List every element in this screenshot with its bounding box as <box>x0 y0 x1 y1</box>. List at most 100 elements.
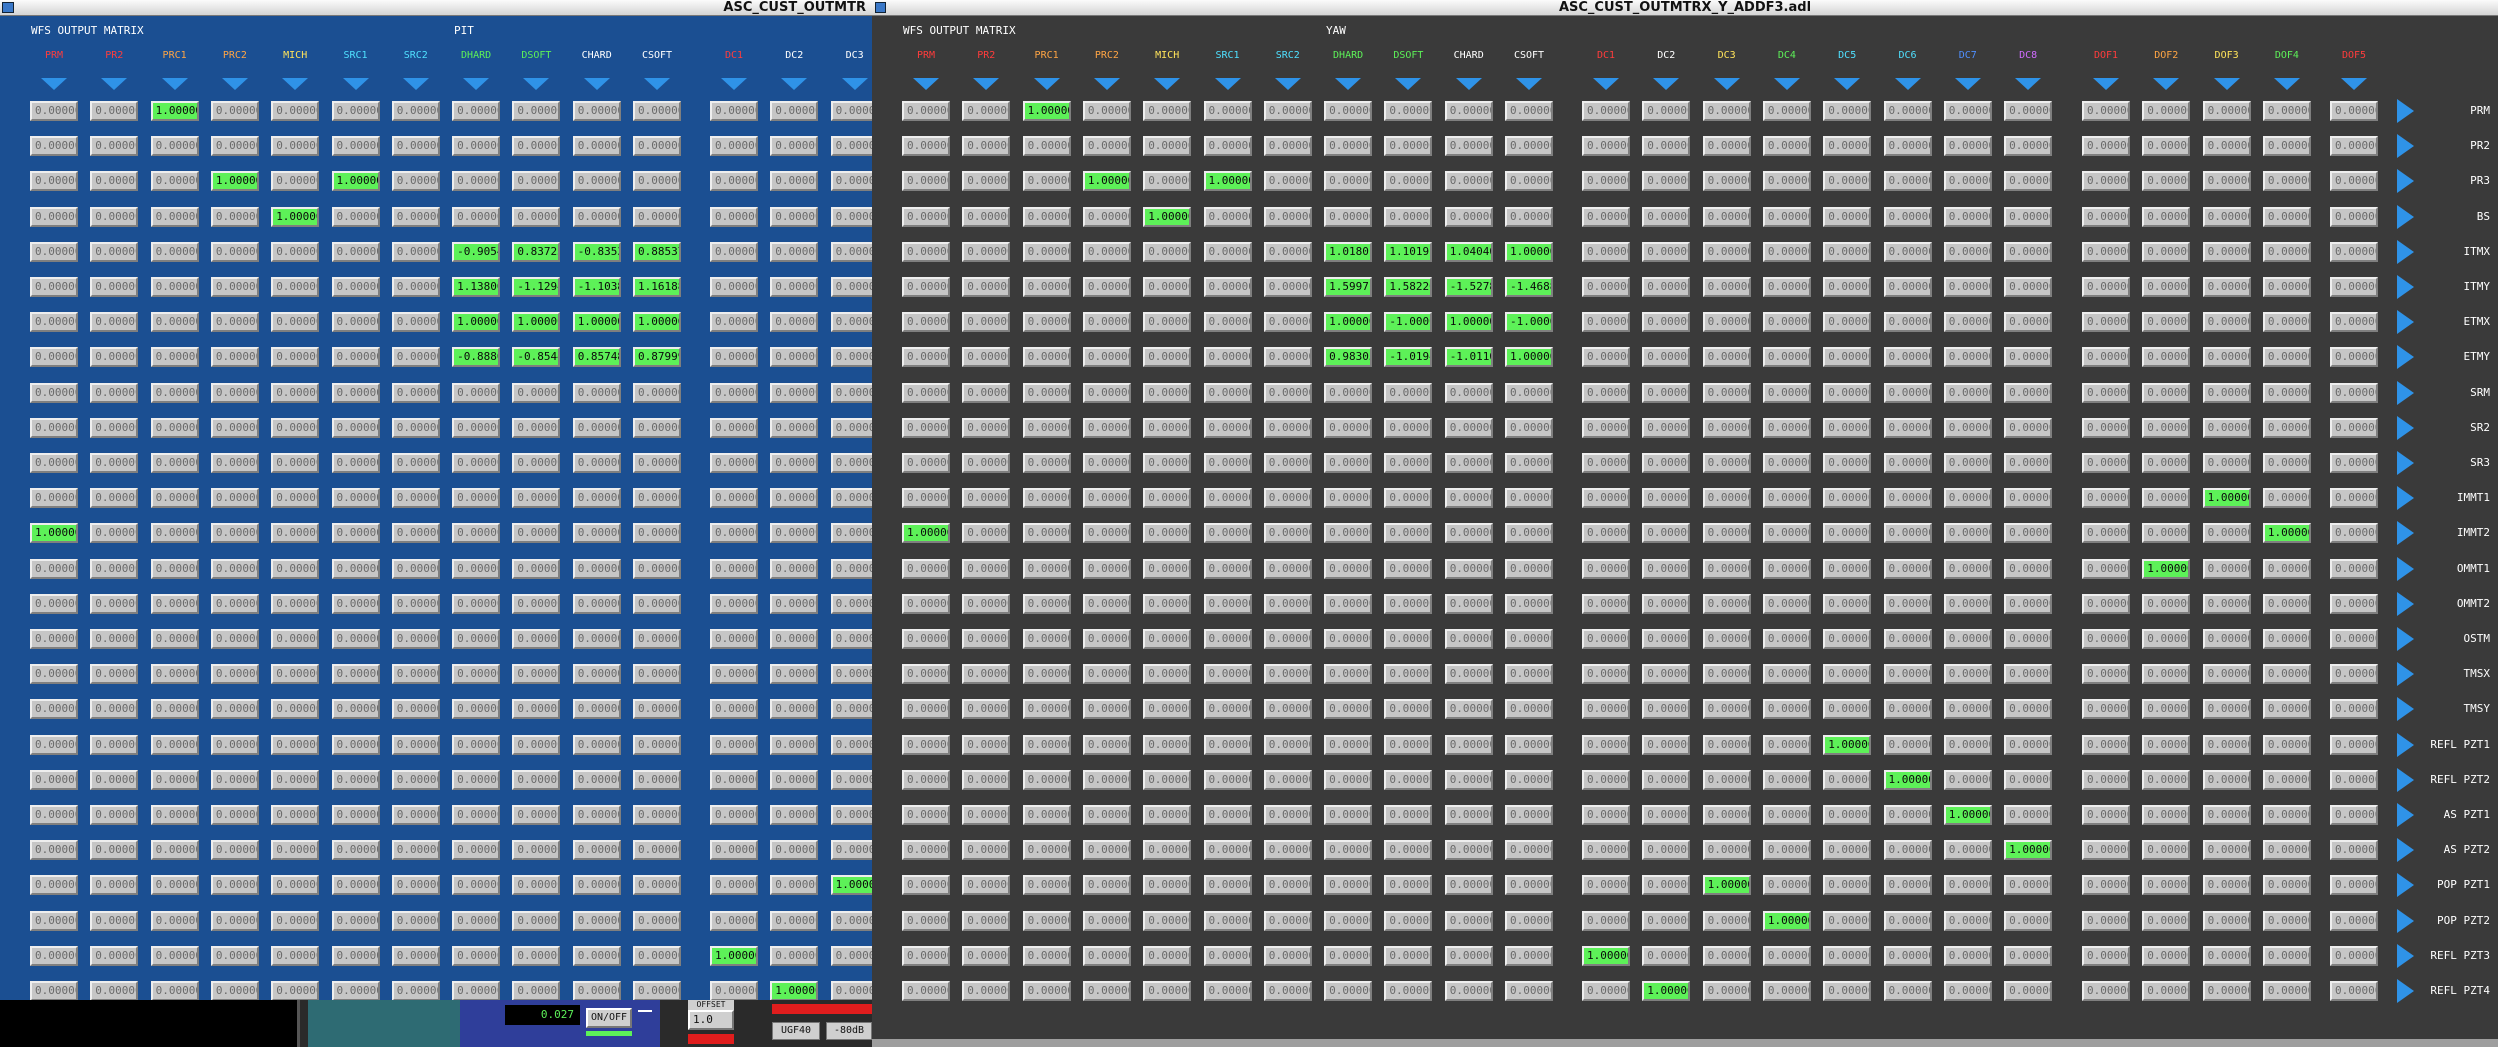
matrix-element-input[interactable]: 0.00000 <box>902 593 950 614</box>
matrix-element-input[interactable]: 0.00000 <box>1883 101 1932 121</box>
matrix-element-input[interactable]: 0.00000 <box>1203 840 1252 861</box>
matrix-element-input[interactable]: 0.00000 <box>1702 699 1751 720</box>
matrix-element-input[interactable]: 0.00000 <box>150 277 199 297</box>
matrix-element-input[interactable]: 0.00000 <box>391 277 440 297</box>
matrix-element-input[interactable]: 0.00000 <box>1263 734 1312 755</box>
matrix-element-input[interactable]: 0.00000 <box>331 523 380 544</box>
matrix-element-input[interactable]: 0.00000 <box>2202 840 2251 861</box>
matrix-element-input[interactable]: 0.00000 <box>2142 382 2191 403</box>
matrix-element-input[interactable]: 0.00000 <box>1823 241 1872 262</box>
matrix-element-input[interactable]: 0.00000 <box>572 945 621 966</box>
matrix-element-input[interactable]: 0.00000 <box>1263 206 1312 227</box>
column-dropdown-icon[interactable] <box>1214 78 1241 90</box>
matrix-element-input[interactable]: 0.00000 <box>1505 593 1553 614</box>
matrix-element-input[interactable]: 0.00000 <box>1762 664 1811 685</box>
matrix-element-input[interactable]: 0.00000 <box>902 629 950 649</box>
matrix-element-input[interactable]: 0.00000 <box>1384 910 1433 931</box>
matrix-element-input[interactable]: 0.00000 <box>2330 136 2378 157</box>
column-dropdown-icon[interactable] <box>1834 78 1861 90</box>
matrix-element-input[interactable]: 0.00000 <box>1082 910 1131 931</box>
matrix-element-input[interactable]: 0.00000 <box>902 101 950 121</box>
matrix-element-input[interactable]: 0.00000 <box>2202 981 2251 1001</box>
matrix-element-input[interactable]: 0.00000 <box>1505 101 1553 121</box>
matrix-element-input[interactable]: 0.00000 <box>1263 805 1312 825</box>
matrix-element-input[interactable]: 0.00000 <box>1203 382 1252 403</box>
matrix-element-input[interactable]: -1.0000 <box>1505 312 1553 333</box>
matrix-element-input[interactable]: -1.0110 <box>1444 347 1493 368</box>
matrix-element-input[interactable]: 0.00000 <box>1762 488 1811 509</box>
matrix-element-input[interactable]: 0.00000 <box>1642 171 1691 192</box>
matrix-element-input[interactable]: 0.00000 <box>1582 453 1630 473</box>
matrix-element-input[interactable]: 0.00000 <box>30 136 78 157</box>
matrix-element-input[interactable]: 1.00000 <box>830 875 872 896</box>
matrix-element-input[interactable]: 0.00000 <box>452 523 501 544</box>
matrix-element-input[interactable]: 0.00000 <box>572 875 621 896</box>
matrix-element-input[interactable]: 0.00000 <box>1143 699 1192 720</box>
matrix-element-input[interactable]: 0.00000 <box>1943 417 1992 438</box>
matrix-element-input[interactable]: 0.00000 <box>1582 417 1630 438</box>
matrix-element-input[interactable]: 0.00000 <box>391 593 440 614</box>
matrix-element-input[interactable]: 0.00000 <box>2202 277 2251 297</box>
matrix-element-input[interactable]: 0.00000 <box>391 347 440 368</box>
matrix-element-input[interactable]: 0.00000 <box>271 136 320 157</box>
matrix-element-input[interactable]: 0.00000 <box>830 417 872 438</box>
matrix-element-input[interactable]: 0.00000 <box>1943 171 1992 192</box>
matrix-element-input[interactable]: 0.00000 <box>1444 136 1493 157</box>
matrix-element-input[interactable]: 0.00000 <box>271 171 320 192</box>
matrix-element-input[interactable]: 0.00000 <box>1143 523 1192 544</box>
matrix-element-input[interactable]: -1.5278 <box>1444 277 1493 297</box>
matrix-element-input[interactable]: 0.00000 <box>633 875 681 896</box>
matrix-element-input[interactable]: 0.00000 <box>1582 382 1630 403</box>
matrix-element-input[interactable]: 0.00000 <box>512 805 561 825</box>
matrix-element-input[interactable]: 1.00000 <box>512 312 561 333</box>
matrix-element-input[interactable]: 0.00000 <box>1823 277 1872 297</box>
matrix-element-input[interactable]: 0.00000 <box>1505 699 1553 720</box>
matrix-element-input[interactable]: 0.00000 <box>1943 910 1992 931</box>
matrix-element-input[interactable]: 0.00000 <box>1143 136 1192 157</box>
matrix-element-input[interactable]: 0.00000 <box>710 417 758 438</box>
matrix-element-input[interactable]: 0.00000 <box>90 206 139 227</box>
matrix-element-input[interactable]: 0.00000 <box>1022 347 1071 368</box>
matrix-element-input[interactable]: 0.00000 <box>1444 910 1493 931</box>
matrix-element-input[interactable]: 0.00000 <box>30 945 78 966</box>
matrix-element-input[interactable]: 0.00000 <box>1702 171 1751 192</box>
matrix-element-input[interactable]: 0.00000 <box>1143 629 1192 649</box>
matrix-element-input[interactable]: 0.00000 <box>902 558 950 579</box>
matrix-element-input[interactable]: 0.00000 <box>830 558 872 579</box>
matrix-element-input[interactable]: 0.00000 <box>2142 769 2191 790</box>
matrix-element-input[interactable]: 0.00000 <box>210 347 259 368</box>
matrix-element-input[interactable]: 0.00000 <box>391 981 440 1001</box>
matrix-element-input[interactable]: 0.00000 <box>1263 101 1312 121</box>
matrix-element-input[interactable]: 0.00000 <box>1823 840 1872 861</box>
matrix-element-input[interactable]: 0.00000 <box>391 171 440 192</box>
matrix-element-input[interactable]: 1.10191 <box>1384 241 1433 262</box>
matrix-element-input[interactable]: 0.00000 <box>1143 769 1192 790</box>
matrix-element-input[interactable]: 1.00000 <box>30 523 78 544</box>
matrix-element-input[interactable]: 0.00000 <box>1324 488 1373 509</box>
matrix-element-input[interactable]: 0.00000 <box>30 910 78 931</box>
matrix-element-input[interactable]: 1.00000 <box>1022 101 1071 121</box>
matrix-element-input[interactable]: 0.00000 <box>150 875 199 896</box>
matrix-element-input[interactable]: 0.00000 <box>710 488 758 509</box>
matrix-element-input[interactable]: 0.00000 <box>1702 347 1751 368</box>
matrix-element-input[interactable]: 0.00000 <box>1943 277 1992 297</box>
matrix-element-input[interactable]: 0.00000 <box>1943 945 1992 966</box>
matrix-element-input[interactable]: 0.00000 <box>1582 664 1630 685</box>
matrix-element-input[interactable]: 0.00000 <box>512 875 561 896</box>
matrix-element-input[interactable]: 0.00000 <box>2202 945 2251 966</box>
matrix-element-input[interactable]: 0.00000 <box>710 558 758 579</box>
matrix-element-input[interactable]: 0.00000 <box>2330 629 2378 649</box>
matrix-element-input[interactable]: 0.00000 <box>1702 981 1751 1001</box>
matrix-element-input[interactable]: 0.00000 <box>1823 347 1872 368</box>
matrix-element-input[interactable]: 0.00000 <box>1823 805 1872 825</box>
matrix-element-input[interactable]: 0.00000 <box>512 699 561 720</box>
matrix-element-input[interactable]: 0.00000 <box>1823 312 1872 333</box>
matrix-element-input[interactable]: 0.00000 <box>962 593 1011 614</box>
matrix-element-input[interactable]: 0.00000 <box>710 136 758 157</box>
matrix-element-input[interactable]: 1.00000 <box>1203 171 1252 192</box>
matrix-element-input[interactable]: 0.00000 <box>830 840 872 861</box>
matrix-element-input[interactable]: 0.00000 <box>2202 664 2251 685</box>
matrix-element-input[interactable]: 0.00000 <box>2202 171 2251 192</box>
matrix-element-input[interactable]: 0.00000 <box>1203 910 1252 931</box>
matrix-element-input[interactable]: 0.00000 <box>90 101 139 121</box>
